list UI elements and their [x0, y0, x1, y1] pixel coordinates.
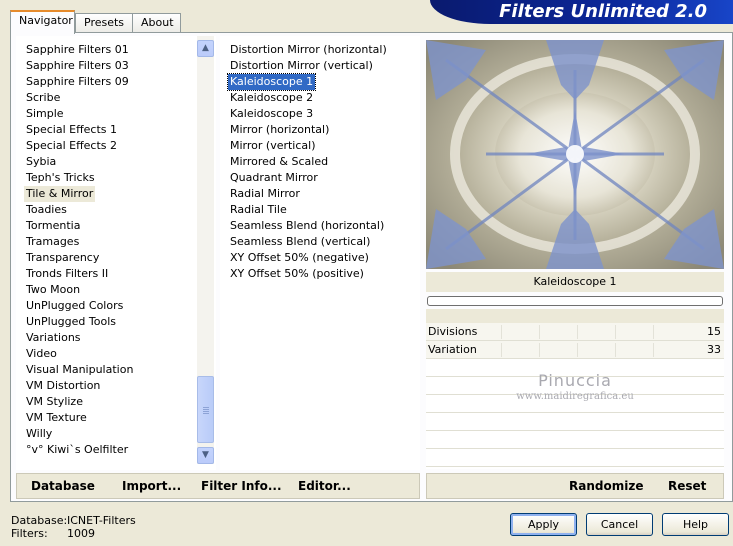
param-divisions[interactable]: Divisions 15	[426, 323, 724, 341]
category-item[interactable]: Tile & Mirror	[24, 186, 96, 202]
category-item[interactable]: Toadies	[24, 202, 69, 218]
filter-item[interactable]: Kaleidoscope 1	[226, 73, 317, 91]
filters-value: 1009	[67, 527, 95, 540]
footer-info: Database:ICNET-Filters Filters: 1009	[11, 514, 136, 540]
category-item[interactable]: UnPlugged Tools	[24, 314, 118, 330]
link-bar: Database Import... Filter Info... Editor…	[16, 473, 420, 499]
category-item[interactable]: Two Moon	[24, 282, 82, 298]
filter-info-link[interactable]: Filter Info...	[201, 479, 282, 493]
category-item[interactable]: VM Texture	[24, 410, 89, 426]
category-item[interactable]: VM Distortion	[24, 378, 102, 394]
cancel-button[interactable]: Cancel	[586, 513, 653, 536]
database-link[interactable]: Database	[31, 479, 95, 493]
filter-item[interactable]: Seamless Blend (vertical)	[228, 234, 372, 250]
reset-link[interactable]: Reset	[668, 479, 706, 493]
filter-item[interactable]: Kaleidoscope 3	[228, 106, 315, 122]
category-item[interactable]: Tramages	[24, 234, 81, 250]
filter-item[interactable]: Distortion Mirror (vertical)	[228, 58, 375, 74]
category-item[interactable]: Simple	[24, 106, 66, 122]
filter-item[interactable]: Radial Mirror	[228, 186, 302, 202]
scroll-down-arrow-icon[interactable]: ▼	[197, 447, 214, 464]
category-item[interactable]: Variations	[24, 330, 83, 346]
filter-item[interactable]: Mirror (vertical)	[228, 138, 318, 154]
tab-about[interactable]: About	[132, 13, 181, 33]
filter-item[interactable]: Quadrant Mirror	[228, 170, 320, 186]
filter-item[interactable]: Kaleidoscope 2	[228, 90, 315, 106]
category-item[interactable]: Scribe	[24, 90, 62, 106]
category-item[interactable]: Transparency	[24, 250, 101, 266]
watermark-name: Pinuccia	[538, 371, 612, 390]
category-item[interactable]: Tronds Filters II	[24, 266, 110, 282]
category-item[interactable]: Tormentia	[24, 218, 82, 234]
category-item[interactable]: Visual Manipulation	[24, 362, 135, 378]
app-title-banner: Filters Unlimited 2.0	[430, 0, 733, 24]
link-bar-right: Randomize Reset	[426, 473, 724, 499]
preview-image	[426, 40, 724, 269]
category-item[interactable]: VM Stylize	[24, 394, 85, 410]
param-value: 33	[707, 343, 721, 356]
category-item[interactable]: UnPlugged Colors	[24, 298, 125, 314]
category-list[interactable]: Sapphire Filters 01 Sapphire Filters 03 Sa…	[16, 36, 216, 470]
help-button[interactable]: Help	[662, 513, 729, 536]
category-item[interactable]: Video	[24, 346, 59, 362]
param-label: Variation	[428, 343, 477, 356]
database-value: ICNET-Filters	[67, 514, 136, 527]
category-item[interactable]: Sapphire Filters 09	[24, 74, 131, 90]
filter-item[interactable]: XY Offset 50% (positive)	[228, 266, 366, 282]
import-link[interactable]: Import...	[122, 479, 181, 493]
filter-item[interactable]: Distortion Mirror (horizontal)	[228, 42, 389, 58]
category-item[interactable]: Special Effects 1	[24, 122, 119, 138]
param-label: Divisions	[428, 325, 478, 338]
filter-item[interactable]: Seamless Blend (horizontal)	[228, 218, 386, 234]
param-empty-row	[426, 449, 724, 467]
progress-bar	[427, 296, 723, 306]
filter-item[interactable]: Mirror (horizontal)	[228, 122, 331, 138]
category-item[interactable]: Sapphire Filters 03	[24, 58, 131, 74]
main-panel: Sapphire Filters 01 Sapphire Filters 03 Sa…	[10, 32, 733, 502]
scroll-thumb[interactable]	[197, 376, 214, 443]
category-item[interactable]: Special Effects 2	[24, 138, 119, 154]
filter-list[interactable]: Distortion Mirror (horizontal) Distortion…	[220, 36, 420, 470]
tab-navigator[interactable]: Navigator	[10, 10, 75, 34]
category-scrollbar[interactable]: ▲ ▼	[197, 36, 214, 464]
category-item[interactable]: Willy	[24, 426, 54, 442]
filter-item[interactable]: Radial Tile	[228, 202, 289, 218]
preview-filter-name: Kaleidoscope 1	[426, 272, 724, 292]
filter-item[interactable]: Mirrored & Scaled	[228, 154, 330, 170]
param-empty-row	[426, 431, 724, 449]
tab-presets[interactable]: Presets	[75, 13, 136, 33]
category-item[interactable]: Sybia	[24, 154, 58, 170]
editor-link[interactable]: Editor...	[298, 479, 351, 493]
watermark-url: www.maidiregrafica.eu	[516, 391, 634, 402]
param-value: 15	[707, 325, 721, 338]
database-label: Database:	[11, 514, 68, 527]
filter-item[interactable]: XY Offset 50% (negative)	[228, 250, 371, 266]
filters-label: Filters:	[11, 527, 48, 540]
category-item[interactable]: Sapphire Filters 01	[24, 42, 131, 58]
param-empty-row	[426, 413, 724, 431]
scroll-up-arrow-icon[interactable]: ▲	[197, 40, 214, 57]
randomize-link[interactable]: Randomize	[569, 479, 643, 493]
category-item[interactable]: Teph's Tricks	[24, 170, 97, 186]
param-variation[interactable]: Variation 33	[426, 341, 724, 359]
apply-button[interactable]: Apply	[510, 513, 577, 536]
watermark: Pinuccia www.maidiregrafica.eu	[426, 371, 724, 402]
category-item[interactable]: °v° Kiwi`s Oelfilter	[24, 442, 130, 458]
